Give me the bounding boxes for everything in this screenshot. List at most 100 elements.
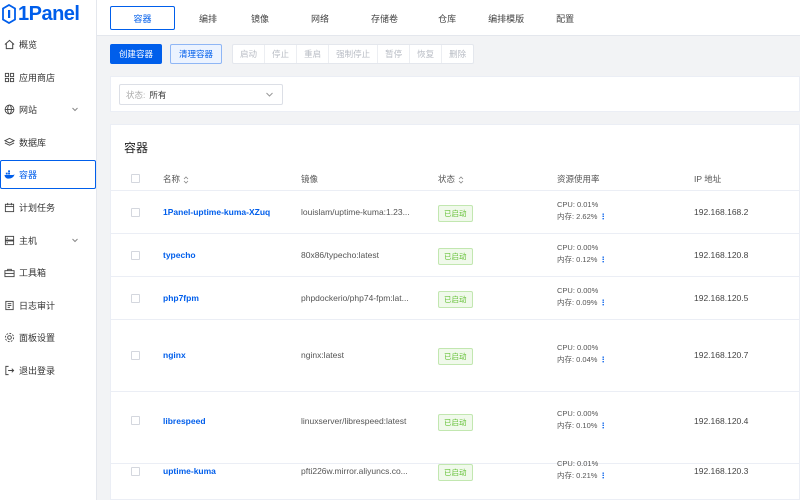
memory-usage: 内存: 0.12% bbox=[557, 255, 598, 264]
more-vertical-icon[interactable]: ⋮ bbox=[599, 355, 607, 364]
cpu-usage: CPU: 0.00% bbox=[557, 243, 599, 252]
sidebar-item-database[interactable]: 数据库 bbox=[0, 127, 96, 157]
column-header-image: 镜像 bbox=[301, 174, 319, 184]
log-icon bbox=[3, 299, 15, 311]
table-row: typecho 80x86/typecho:latest 已启动 CPU: 0.… bbox=[111, 234, 800, 277]
panel-title: 容器 bbox=[124, 141, 149, 155]
calendar-icon bbox=[3, 201, 15, 213]
tab-network[interactable]: 网络 bbox=[301, 6, 339, 30]
clean-container-button[interactable]: 清理容器 bbox=[170, 44, 223, 64]
sidebar-item-label: 网站 bbox=[19, 105, 38, 116]
sort-icon bbox=[458, 176, 464, 184]
row-checkbox[interactable] bbox=[131, 351, 140, 360]
sidebar-item-host[interactable]: 主机 bbox=[0, 225, 96, 255]
sidebar-item-label: 日志审计 bbox=[19, 300, 56, 311]
memory-usage: 内存: 0.21% bbox=[557, 471, 598, 480]
row-checkbox[interactable] bbox=[131, 294, 140, 303]
container-image: phpdockerio/php74-fpm:lat... bbox=[301, 293, 409, 303]
tab-repo[interactable]: 仓库 bbox=[428, 6, 466, 30]
sidebar-item-container[interactable]: 容器 bbox=[0, 160, 96, 190]
container-image: linuxserver/librespeed:latest bbox=[301, 416, 407, 426]
cpu-usage: CPU: 0.01% bbox=[557, 459, 599, 468]
create-container-button[interactable]: 创建容器 bbox=[110, 44, 163, 64]
cpu-usage: CPU: 0.00% bbox=[557, 343, 599, 352]
chevron-down-icon bbox=[71, 105, 79, 113]
restart-button[interactable]: 重启 bbox=[297, 45, 330, 63]
sidebar-item-log-audit[interactable]: 日志审计 bbox=[0, 290, 96, 320]
more-vertical-icon[interactable]: ⋮ bbox=[599, 255, 607, 264]
column-header-name-label: 名称 bbox=[163, 174, 181, 184]
sidebar-item-logout[interactable]: 退出登录 bbox=[0, 355, 96, 385]
sidebar-item-label: 概览 bbox=[19, 40, 38, 50]
sidebar-item-label: 工具箱 bbox=[19, 268, 47, 279]
select-all-checkbox[interactable] bbox=[131, 174, 140, 183]
resume-button[interactable]: 恢复 bbox=[410, 45, 443, 63]
status-filter-select[interactable]: 状态: 所有 bbox=[119, 84, 283, 105]
stop-button[interactable]: 停止 bbox=[265, 45, 298, 63]
tab-image[interactable]: 镜像 bbox=[241, 6, 279, 30]
filter-panel: 状态: 所有 bbox=[110, 76, 800, 112]
sidebar-item-overview[interactable]: 概览 bbox=[0, 30, 96, 59]
app-logo[interactable]: 1Panel bbox=[0, 0, 96, 28]
tab-container[interactable]: 容器 bbox=[110, 6, 175, 30]
home-icon bbox=[3, 39, 15, 51]
batch-action-group: 启动 停止 重启 强制停止 暂停 恢复 删除 bbox=[232, 44, 475, 64]
table-row: uptime-kuma pfti226w.mirror.aliyuncs.co.… bbox=[111, 459, 800, 500]
container-name-link[interactable]: librespeed bbox=[163, 416, 206, 426]
more-vertical-icon[interactable]: ⋮ bbox=[599, 471, 607, 480]
tab-compose-template[interactable]: 编排模版 bbox=[478, 6, 534, 30]
table-row: 1Panel-uptime-kuma-XZuq louislam/uptime-… bbox=[111, 191, 800, 234]
status-badge: 已启动 bbox=[438, 348, 473, 365]
more-vertical-icon[interactable]: ⋮ bbox=[599, 421, 607, 430]
sidebar-item-cron[interactable]: 计划任务 bbox=[0, 192, 96, 222]
column-header-ip: IP 地址 bbox=[694, 174, 722, 184]
delete-button[interactable]: 删除 bbox=[442, 45, 473, 63]
start-button[interactable]: 启动 bbox=[233, 45, 266, 63]
sidebar-item-label: 数据库 bbox=[19, 137, 47, 148]
cpu-usage: CPU: 0.01% bbox=[557, 200, 599, 209]
memory-usage: 内存: 0.09% bbox=[557, 298, 598, 307]
sidebar-item-app-store[interactable]: 应用商店 bbox=[0, 62, 96, 92]
table-row: php7fpm phpdockerio/php74-fpm:lat... 已启动… bbox=[111, 277, 800, 320]
chevron-down-icon bbox=[265, 90, 274, 99]
sort-icon bbox=[183, 176, 189, 184]
sidebar-nav: 概览 应用商店 网站 数据库 容器 计划任务 主机 工具箱 日志审计 面板设置 … bbox=[0, 30, 96, 389]
tab-volume[interactable]: 存储卷 bbox=[361, 6, 408, 30]
container-name-link[interactable]: nginx bbox=[163, 350, 186, 360]
column-header-status-label: 状态 bbox=[438, 174, 456, 184]
container-image: nginx:latest bbox=[301, 350, 344, 360]
tab-config[interactable]: 配置 bbox=[546, 6, 584, 30]
sidebar-item-toolbox[interactable]: 工具箱 bbox=[0, 258, 96, 288]
container-ip: 192.168.120.3 bbox=[694, 466, 749, 476]
more-vertical-icon[interactable]: ⋮ bbox=[599, 212, 607, 221]
sidebar-item-website[interactable]: 网站 bbox=[0, 95, 96, 125]
container-image: louislam/uptime-kuma:1.23... bbox=[301, 207, 410, 217]
memory-usage: 内存: 0.04% bbox=[557, 355, 598, 364]
column-header-status[interactable]: 状态 bbox=[438, 173, 464, 185]
container-name-link[interactable]: uptime-kuma bbox=[163, 466, 216, 476]
toolbox-icon bbox=[3, 267, 15, 279]
more-vertical-icon[interactable]: ⋮ bbox=[599, 298, 607, 307]
container-name-link[interactable]: php7fpm bbox=[163, 293, 199, 303]
column-header-name[interactable]: 名称 bbox=[163, 173, 189, 185]
row-checkbox[interactable] bbox=[131, 251, 140, 260]
logo-hexagon-icon bbox=[2, 4, 16, 24]
row-checkbox[interactable] bbox=[131, 416, 140, 425]
pause-button[interactable]: 暂停 bbox=[378, 45, 411, 63]
force-stop-button[interactable]: 强制停止 bbox=[329, 45, 379, 63]
sidebar-item-settings[interactable]: 面板设置 bbox=[0, 323, 96, 353]
sidebar-item-label: 应用商店 bbox=[19, 72, 56, 83]
container-ip: 192.168.120.8 bbox=[694, 250, 749, 260]
memory-usage: 内存: 0.10% bbox=[557, 421, 598, 430]
row-checkbox[interactable] bbox=[131, 467, 140, 476]
tab-compose[interactable]: 编排 bbox=[189, 6, 227, 30]
status-badge: 已启动 bbox=[438, 414, 473, 431]
resource-usage: CPU: 0.00% 内存: 0.12% ⋮ bbox=[557, 242, 607, 266]
container-name-link[interactable]: typecho bbox=[163, 250, 196, 260]
container-name-link[interactable]: 1Panel-uptime-kuma-XZuq bbox=[163, 207, 270, 217]
sidebar-item-label: 计划任务 bbox=[19, 202, 56, 213]
container-ip: 192.168.120.7 bbox=[694, 350, 749, 360]
memory-usage: 内存: 2.62% bbox=[557, 212, 598, 221]
row-checkbox[interactable] bbox=[131, 208, 140, 217]
table-header: 名称 镜像 状态 资源使用率 IP 地址 bbox=[111, 167, 800, 191]
